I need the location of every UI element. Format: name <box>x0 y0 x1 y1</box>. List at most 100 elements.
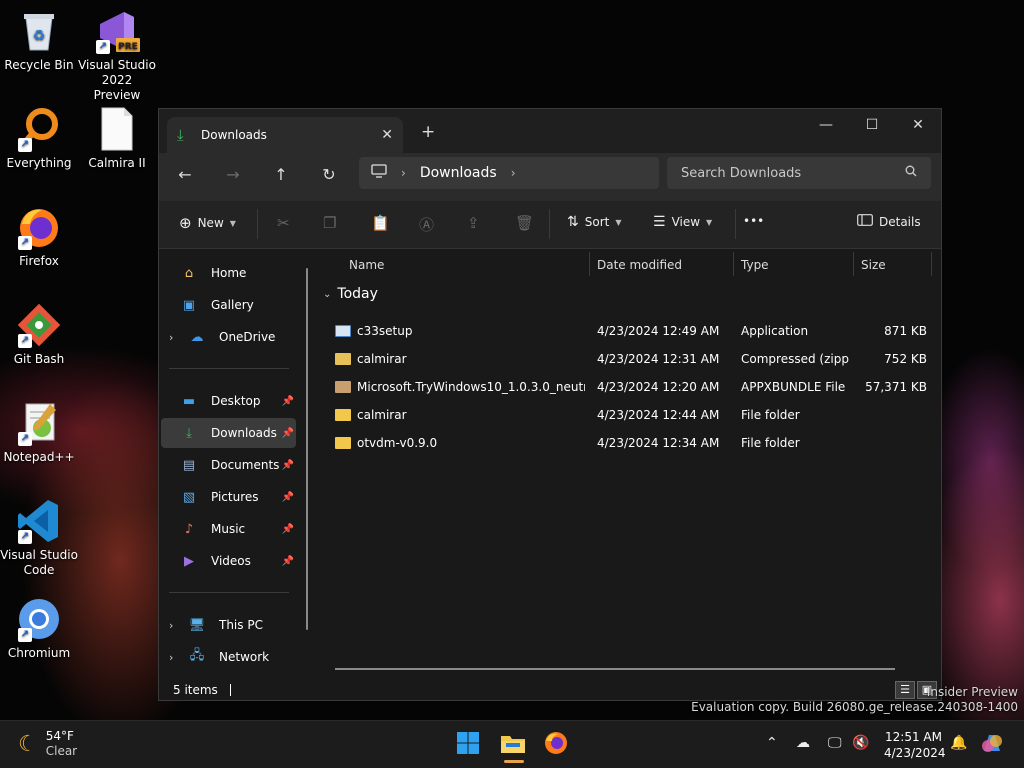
start-button[interactable] <box>456 731 484 759</box>
new-label: New <box>197 216 224 230</box>
file-date: 4/23/2024 12:44 AM <box>597 408 720 422</box>
desktop-icon-label: Chromium <box>7 646 71 660</box>
rename-icon[interactable]: Ⓐ <box>419 214 434 235</box>
sidebar-item-desktop[interactable]: ▬ Desktop 📌 <box>161 386 296 416</box>
horizontal-scrollbar[interactable] <box>335 668 895 670</box>
new-button[interactable]: ⊕ New ▼ <box>179 214 236 232</box>
column-header-date[interactable]: Date modified <box>597 258 682 272</box>
file-row[interactable]: otvdm-v0.9.0 4/23/2024 12:34 AM File fol… <box>317 429 941 457</box>
column-divider[interactable] <box>931 252 932 276</box>
column-divider[interactable] <box>589 252 590 276</box>
weather-widget[interactable]: ☾ 54°F Clear <box>18 729 77 759</box>
sidebar-item-documents[interactable]: ▤ Documents 📌 <box>161 450 296 480</box>
clock[interactable]: 12:51 AM 4/23/2024 <box>884 729 946 761</box>
taskbar-firefox[interactable] <box>544 731 572 759</box>
desktop-icon-recycle-bin[interactable]: ♻ Recycle Bin <box>0 8 78 73</box>
file-row[interactable]: c33setup 4/23/2024 12:49 AM Application … <box>317 317 941 345</box>
pin-icon[interactable]: 📌 <box>282 428 294 439</box>
file-size: 871 KB <box>884 324 927 338</box>
file-row[interactable]: calmirar 4/23/2024 12:31 AM Compressed (… <box>317 345 941 373</box>
file-row[interactable]: Microsoft.TryWindows10_1.0.3.0_neutral_.… <box>317 373 941 401</box>
sidebar-item-onedrive[interactable]: › ☁ OneDrive <box>161 322 296 352</box>
chevron-up-icon[interactable]: ⌃ <box>766 735 778 751</box>
maximize-button[interactable]: ☐ <box>849 109 895 141</box>
chevron-right-icon[interactable]: › <box>169 331 183 344</box>
folder-icon <box>335 409 351 421</box>
file-name: calmirar <box>357 408 407 422</box>
file-explorer-window: ⤓ Downloads ✕ + — ☐ ✕ ← → ↑ ↻ › Download… <box>158 108 942 701</box>
chevron-right-icon[interactable]: › <box>401 166 406 180</box>
pin-icon[interactable]: 📌 <box>282 492 294 503</box>
sidebar-item-home[interactable]: ⌂ Home <box>161 258 296 288</box>
desktop-icon-firefox[interactable]: ↗ Firefox <box>0 204 78 269</box>
delete-icon[interactable]: 🗑 <box>515 214 534 232</box>
network-icon: 🖧 <box>189 648 205 663</box>
file-list: Name Date modified Type Size ⌄ Today c33… <box>317 250 941 678</box>
search-icon <box>905 165 917 181</box>
details-label: Details <box>879 214 921 229</box>
more-options-button[interactable]: ••• <box>743 214 764 228</box>
new-tab-button[interactable]: + <box>421 122 435 142</box>
forward-arrow-icon[interactable]: → <box>221 165 245 184</box>
up-arrow-icon[interactable]: ↑ <box>269 165 293 184</box>
cut-icon[interactable]: ✂ <box>277 214 290 232</box>
tab-downloads[interactable]: ⤓ Downloads ✕ <box>167 117 403 153</box>
search-box[interactable]: Search Downloads <box>667 157 931 189</box>
sidebar-item-music[interactable]: ♪ Music 📌 <box>161 514 296 544</box>
file-date: 4/23/2024 12:31 AM <box>597 352 720 366</box>
display-icon[interactable]: 🖵 <box>828 735 842 751</box>
moon-icon: ☾ <box>18 731 38 757</box>
desktop-icon-calmira[interactable]: Calmira II <box>78 106 156 171</box>
chevron-right-icon[interactable]: › <box>511 166 516 180</box>
sidebar-scrollbar[interactable] <box>306 268 308 630</box>
desktop-icon-chromium[interactable]: ↗ Chromium <box>0 596 78 661</box>
sidebar-item-videos[interactable]: ▶ Videos 📌 <box>161 546 296 576</box>
close-button[interactable]: ✕ <box>895 109 941 141</box>
desktop-icon-visual-studio[interactable]: PRE ↗ Visual Studio 2022 Preview <box>78 8 156 103</box>
view-button[interactable]: ☰ View ▼ <box>653 214 712 230</box>
onedrive-offline-icon[interactable]: ☁ <box>796 735 810 751</box>
column-header-name[interactable]: Name <box>349 258 384 272</box>
column-header-size[interactable]: Size <box>861 258 886 272</box>
pin-icon[interactable]: 📌 <box>282 556 294 567</box>
refresh-icon[interactable]: ↻ <box>317 165 341 184</box>
minimize-button[interactable]: — <box>803 109 849 141</box>
column-divider[interactable] <box>853 252 854 276</box>
taskbar-file-explorer[interactable] <box>500 731 528 763</box>
column-divider[interactable] <box>733 252 734 276</box>
desktop-icon-notepad-plus-plus[interactable]: ↗ Notepad++ <box>0 400 78 465</box>
copy-icon[interactable]: ❐ <box>323 214 336 232</box>
chevron-right-icon[interactable]: › <box>169 619 183 632</box>
file-row[interactable]: calmirar 4/23/2024 12:44 AM File folder <box>317 401 941 429</box>
sidebar-item-downloads[interactable]: ⤓ Downloads 📌 <box>161 418 296 448</box>
sidebar-item-gallery[interactable]: ▣ Gallery <box>161 290 296 320</box>
pin-icon[interactable]: 📌 <box>282 524 294 535</box>
volume-muted-icon[interactable]: 🔇 <box>852 735 869 751</box>
pin-icon[interactable]: 📌 <box>282 460 294 471</box>
sidebar-item-pictures[interactable]: ▧ Pictures 📌 <box>161 482 296 512</box>
back-arrow-icon[interactable]: ← <box>173 165 197 184</box>
breadcrumb-downloads[interactable]: Downloads <box>420 165 497 181</box>
pin-icon[interactable]: 📌 <box>282 396 294 407</box>
notification-bell-icon[interactable]: 🔔 <box>950 735 967 751</box>
group-label: Today <box>337 286 378 302</box>
clock-time: 12:51 AM <box>885 730 942 744</box>
group-header-today[interactable]: ⌄ Today <box>323 286 378 302</box>
videos-icon: ▶ <box>184 553 194 569</box>
address-bar[interactable]: › Downloads › <box>359 157 659 189</box>
sidebar-item-network[interactable]: › 🖧 Network <box>161 642 296 672</box>
close-tab-icon[interactable]: ✕ <box>381 127 393 143</box>
copilot-button[interactable] <box>980 731 1008 759</box>
column-header-type[interactable]: Type <box>741 258 769 272</box>
share-icon[interactable]: ⇪ <box>467 214 480 232</box>
desktop-icon-everything[interactable]: ↗ Everything <box>0 106 78 171</box>
file-name: c33setup <box>357 324 413 338</box>
chevron-right-icon[interactable]: › <box>169 651 183 664</box>
desktop-icon-git-bash[interactable]: ↗ Git Bash <box>0 302 78 367</box>
paste-icon[interactable]: 📋 <box>371 214 390 232</box>
sort-button[interactable]: ⇅ Sort ▼ <box>567 214 622 230</box>
sidebar-item-this-pc[interactable]: › 🖥 This PC <box>161 610 296 640</box>
details-button[interactable]: Details <box>857 214 921 229</box>
desktop-icon-vscode[interactable]: ↗ Visual Studio Code <box>0 498 78 578</box>
file-size: 57,371 KB <box>865 380 927 394</box>
